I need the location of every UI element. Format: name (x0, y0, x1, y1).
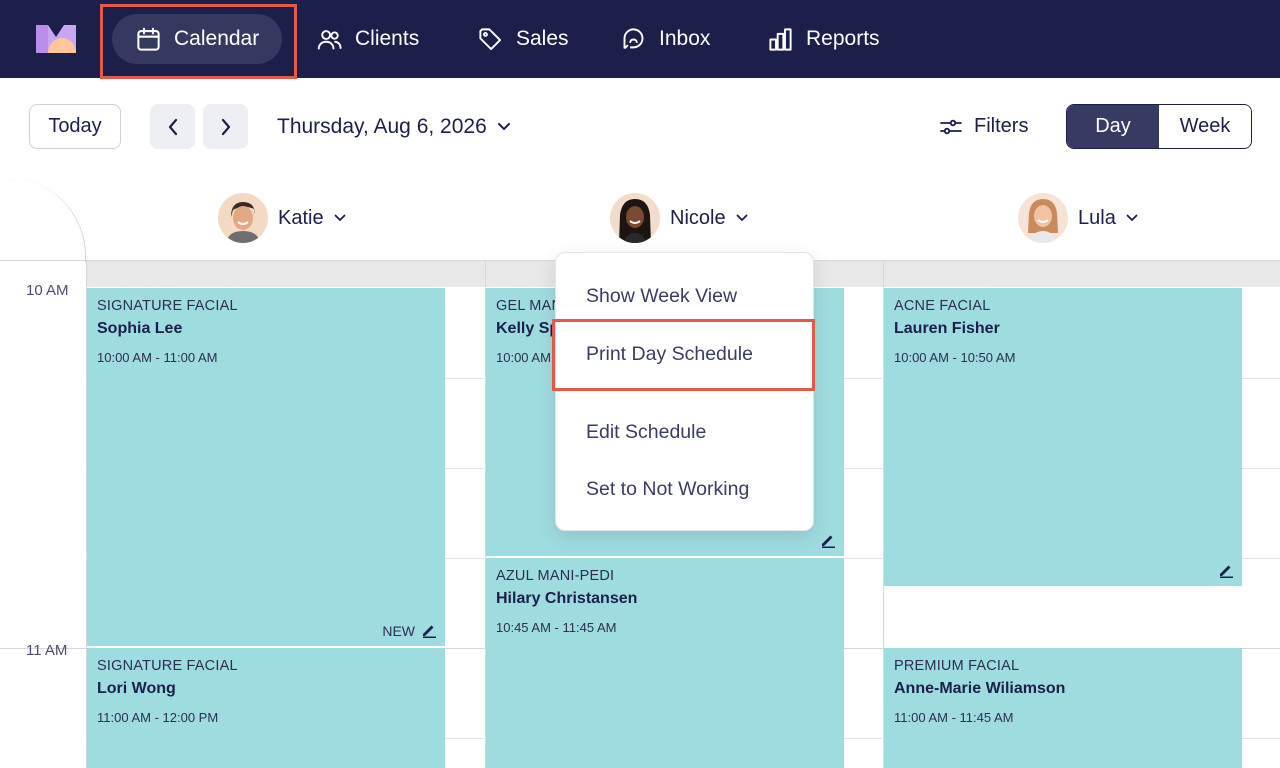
nav-inbox[interactable]: Inbox (620, 14, 710, 64)
appointment-time: 11:00 AM - 12:00 PM (97, 710, 219, 725)
filters-button[interactable]: Filters (940, 115, 1028, 138)
appointment-service: AZUL MANI-PEDI (496, 568, 615, 584)
appointment-card[interactable]: SIGNATURE FACIAL Lori Wong 11:00 AM - 12… (87, 648, 445, 768)
nav-calendar[interactable]: Calendar (112, 14, 283, 64)
view-week-button[interactable]: Week (1159, 105, 1251, 148)
time-gutter-corner (0, 178, 86, 262)
appointment-card[interactable]: PREMIUM FACIAL Anne-Marie Wiliamson 11:0… (884, 648, 1242, 768)
pencil-icon[interactable] (1218, 562, 1234, 578)
menu-set-not-working[interactable]: Set to Not Working (586, 478, 749, 501)
avatar (610, 193, 660, 243)
nav-reports[interactable]: Reports (767, 14, 880, 64)
today-button[interactable]: Today (29, 104, 121, 149)
chevron-down-icon (1126, 214, 1138, 222)
appointment-card[interactable]: AZUL MANI-PEDI Hilary Christansen 10:45 … (486, 558, 844, 768)
chevron-down-icon (497, 123, 510, 131)
top-navigation-bar: Calendar Clients Sales Inbox Reports (0, 0, 1280, 78)
view-toggle: Day Week (1066, 104, 1252, 149)
appointment-client: Lori Wong (97, 680, 176, 697)
previous-day-button[interactable] (150, 104, 195, 149)
tag-icon (479, 27, 502, 50)
column-top-strip (87, 261, 485, 287)
appointment-time: 11:00 AM - 11:45 AM (894, 710, 1014, 725)
chevron-right-icon (221, 118, 230, 135)
nav-sales[interactable]: Sales (477, 14, 569, 64)
reports-icon (769, 27, 792, 51)
staff-header-katie[interactable]: Katie (218, 193, 346, 243)
pencil-icon[interactable] (421, 622, 437, 638)
nav-clients[interactable]: Clients (316, 14, 419, 64)
staff-name: Katie (278, 206, 324, 229)
staff-name: Lula (1078, 206, 1116, 229)
appointment-client: Hilary Christansen (496, 590, 638, 607)
appointment-time: 10:00 AM - 10:50 AM (894, 350, 1016, 365)
calendar-icon (137, 27, 160, 51)
staff-header-nicole[interactable]: Nicole (610, 193, 748, 243)
pencil-icon[interactable] (820, 532, 836, 548)
date-picker[interactable]: Thursday, Aug 6, 2026 (277, 115, 511, 139)
nav-clients-label: Clients (355, 27, 420, 50)
filters-label: Filters (974, 115, 1029, 137)
nav-inbox-label: Inbox (659, 27, 711, 50)
appointment-client: Anne-Marie Wiliamson (894, 680, 1066, 697)
chevron-down-icon (736, 214, 747, 222)
appointment-time: 10:00 AM - 11:00 AM (97, 350, 218, 365)
chevron-down-icon (334, 214, 345, 222)
appointment-service: ACNE FACIAL (894, 298, 991, 314)
column-top-strip (884, 261, 1280, 287)
appointment-card[interactable]: SIGNATURE FACIAL Sophia Lee 10:00 AM - 1… (87, 288, 445, 646)
clients-icon (317, 29, 342, 49)
time-label-11am: 11 AM (26, 642, 68, 659)
sliders-icon (940, 119, 962, 134)
menu-edit-schedule[interactable]: Edit Schedule (586, 421, 706, 444)
menu-print-day-schedule[interactable]: Print Day Schedule (586, 343, 753, 366)
menu-show-week-view[interactable]: Show Week View (586, 285, 737, 308)
appointment-card[interactable]: ACNE FACIAL Lauren Fisher 10:00 AM - 10:… (884, 288, 1242, 586)
appointment-time: 10:00 AM (496, 350, 551, 365)
view-day-button[interactable]: Day (1067, 105, 1159, 148)
appointment-service: PREMIUM FACIAL (894, 658, 1020, 674)
appointment-client: Kelly Sp (496, 320, 560, 337)
inbox-icon (623, 27, 644, 49)
staff-options-menu: Show Week View Print Day Schedule Edit S… (555, 252, 814, 531)
appointment-client: Lauren Fisher (894, 320, 1000, 337)
next-day-button[interactable] (203, 104, 248, 149)
time-label-10am: 10 AM (26, 282, 69, 299)
avatar (1018, 193, 1068, 243)
chevron-left-icon (168, 118, 177, 135)
nav-calendar-label: Calendar (174, 27, 260, 50)
staff-header-lula[interactable]: Lula (1018, 193, 1138, 243)
nav-sales-label: Sales (516, 27, 569, 50)
appointment-service: SIGNATURE FACIAL (97, 658, 238, 674)
new-client-badge: NEW (382, 623, 415, 639)
appointment-time: 10:45 AM - 11:45 AM (496, 620, 617, 635)
appointment-service: SIGNATURE FACIAL (97, 298, 238, 314)
nav-reports-label: Reports (806, 27, 880, 50)
staff-name: Nicole (670, 206, 726, 229)
date-label: Thursday, Aug 6, 2026 (277, 115, 487, 138)
app-logo[interactable] (36, 25, 76, 53)
avatar (218, 193, 268, 243)
appointment-client: Sophia Lee (97, 320, 183, 337)
